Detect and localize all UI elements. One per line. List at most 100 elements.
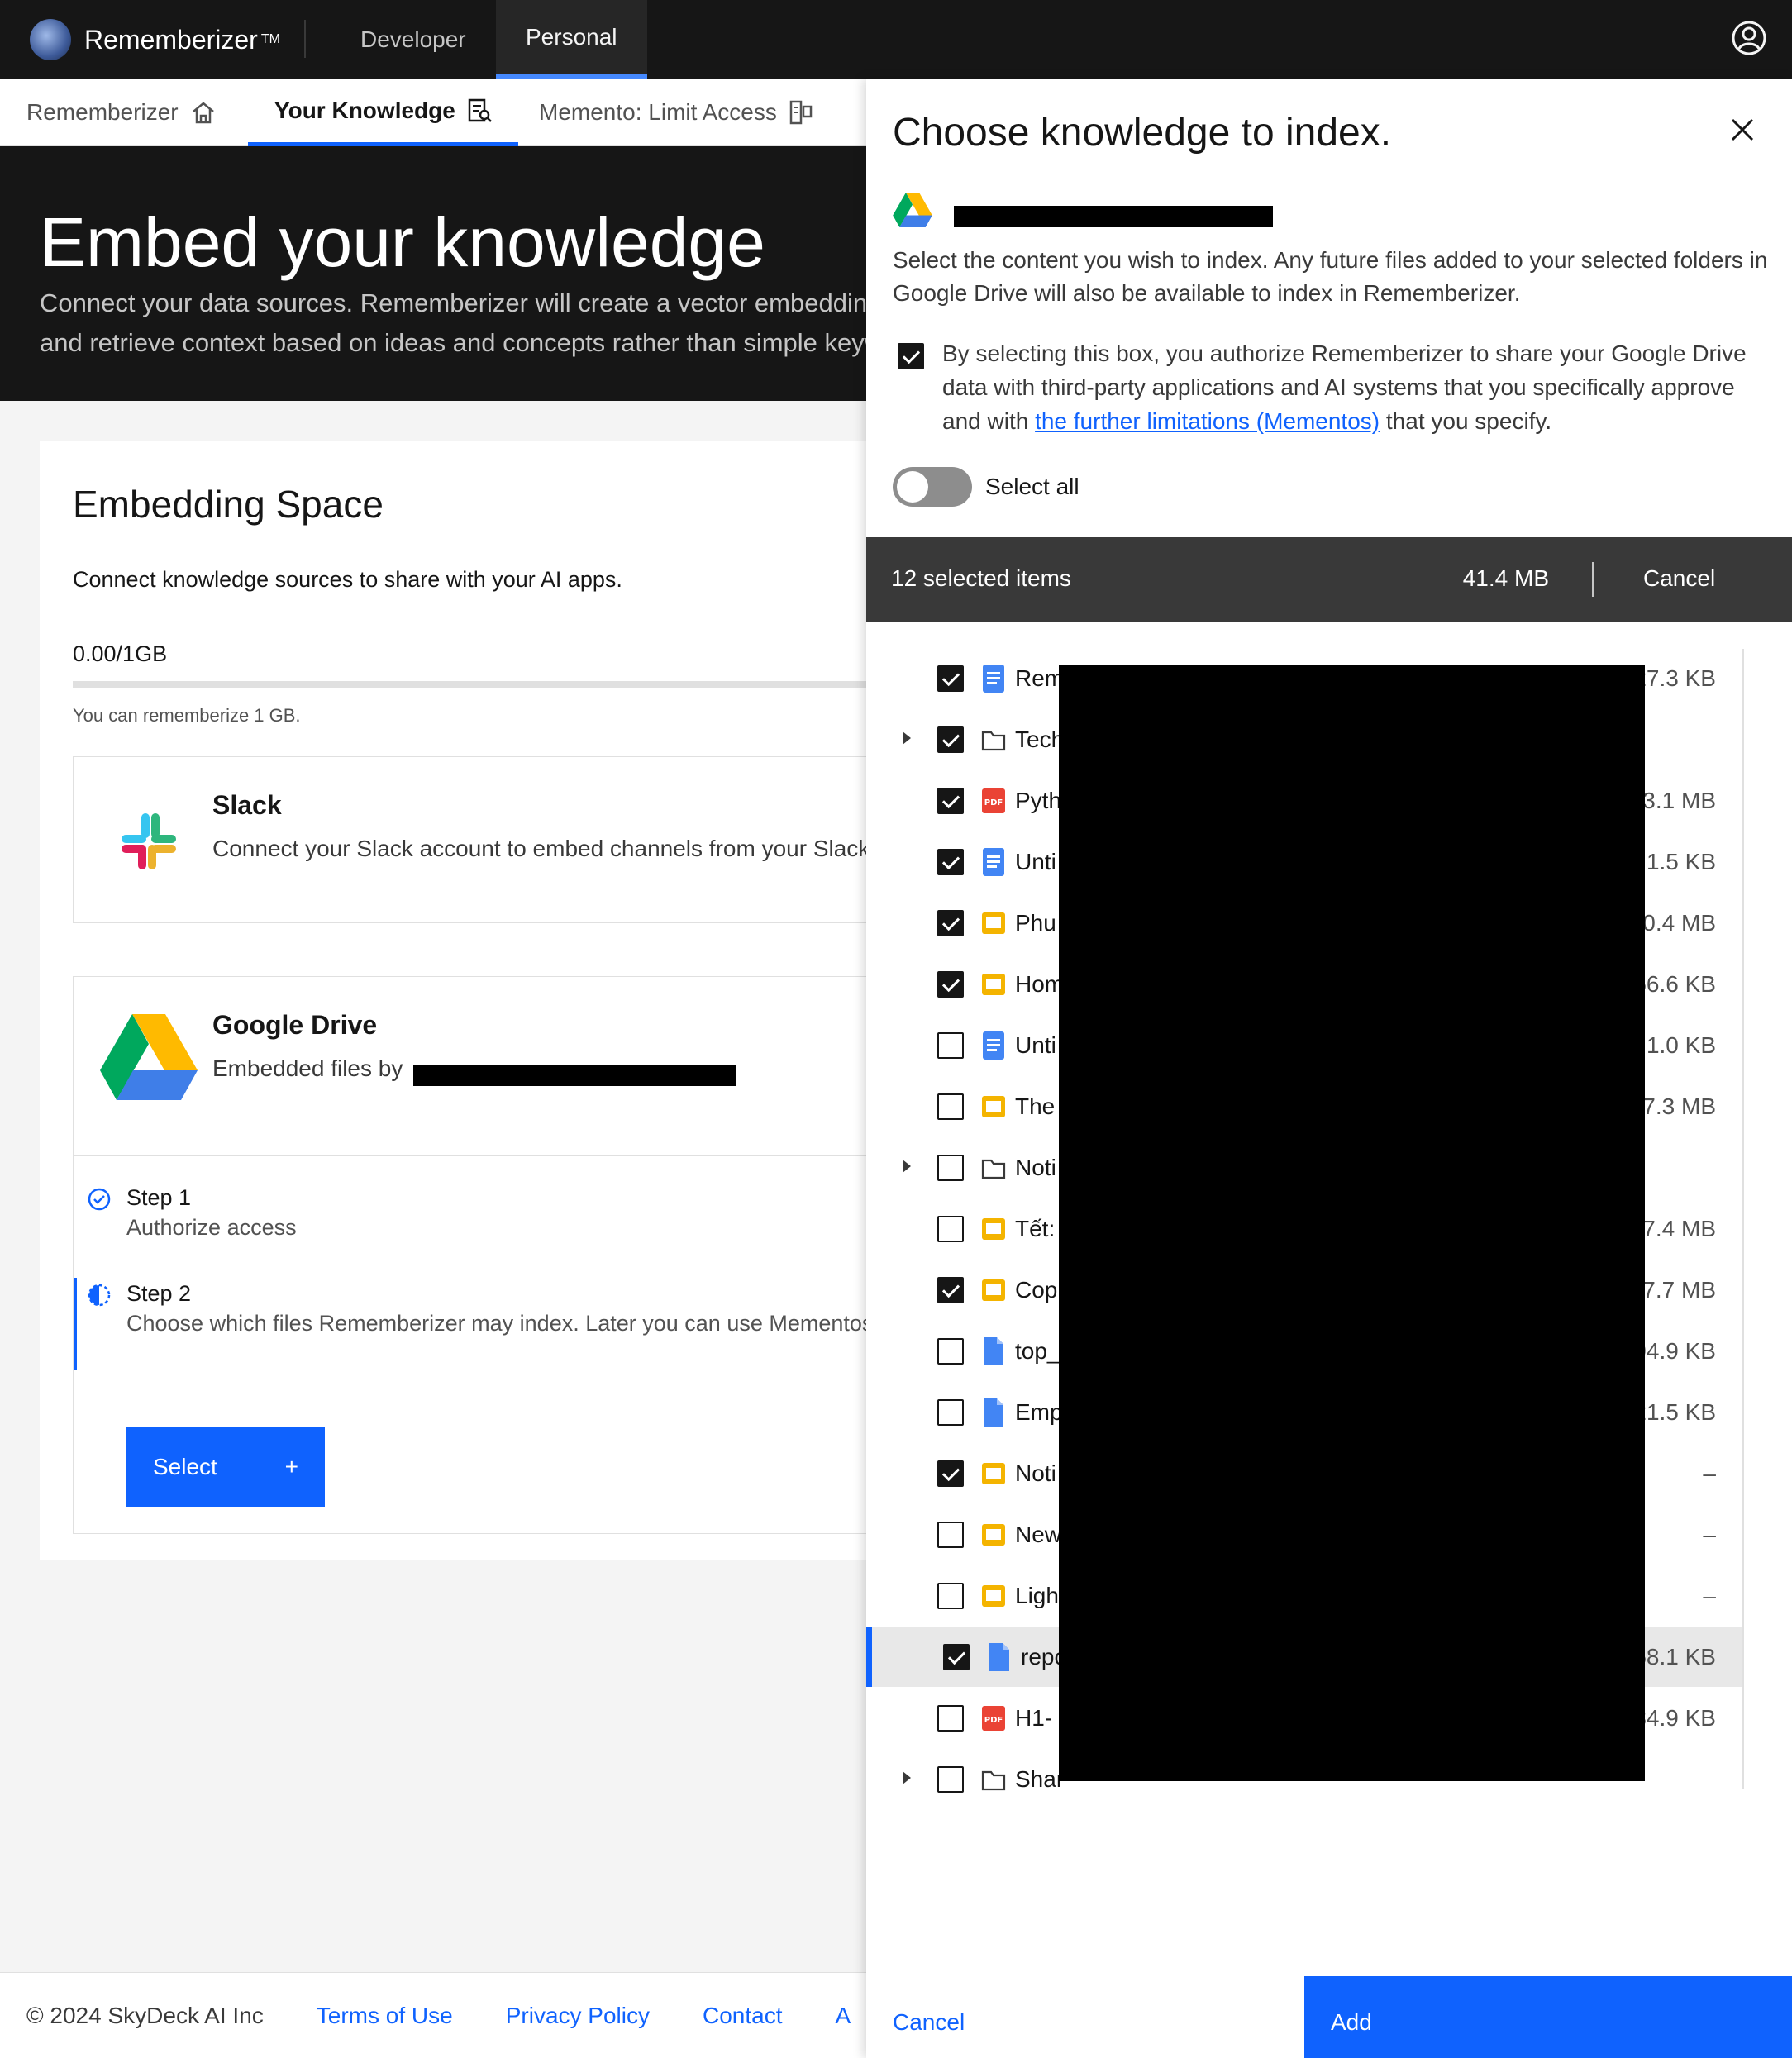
close-icon[interactable] [1723, 110, 1762, 150]
tab-label: Your Knowledge [274, 97, 455, 123]
select-button[interactable]: Select + [126, 1427, 325, 1507]
file-checkbox[interactable] [937, 849, 964, 875]
selection-count: 12 selected items [891, 565, 1071, 591]
slack-logo-icon [122, 813, 176, 869]
file-checkbox[interactable] [943, 1644, 970, 1670]
file-checkbox[interactable] [937, 726, 964, 753]
brand-trademark: TM [260, 32, 280, 46]
select-all-toggle[interactable] [893, 467, 972, 507]
contact-link[interactable]: Contact [703, 2003, 783, 2029]
slack-description: Connect your Slack account to embed chan… [212, 836, 866, 861]
file-checkbox[interactable] [937, 1277, 964, 1303]
brand-logo-icon [30, 19, 71, 60]
user-avatar-icon[interactable] [1729, 18, 1769, 58]
selection-bar: 12 selected items 41.4 MB Cancel [866, 537, 1792, 622]
cancel-button[interactable]: Cancel [866, 1976, 1304, 2058]
file-name: Hom [1015, 971, 1065, 997]
slides-icon [980, 1092, 1007, 1122]
privacy-link[interactable]: Privacy Policy [506, 2003, 650, 2029]
file-checkbox[interactable] [937, 1522, 964, 1548]
tab-your-knowledge[interactable]: Your Knowledge [248, 79, 518, 146]
file-size: 1.0 KB [1646, 1032, 1716, 1058]
copyright: © 2024 SkyDeck AI Inc [26, 2002, 264, 2028]
memento-icon [789, 100, 813, 125]
top-bar: Rememberizer TM Developer Personal [0, 0, 1792, 79]
embedding-space-title: Embedding Space [73, 483, 384, 526]
doc-icon [980, 1031, 1007, 1060]
hero-banner: Embed your knowledge Connect your data s… [0, 146, 866, 401]
file-checkbox[interactable] [937, 665, 964, 692]
panel-description: Select the content you wish to index. An… [893, 247, 1768, 306]
file-name: Pyth [1015, 788, 1062, 813]
home-icon [192, 102, 214, 124]
file-checkbox[interactable] [937, 1338, 964, 1365]
file-name: Shar [1015, 1766, 1065, 1792]
file-checkbox[interactable] [937, 788, 964, 814]
slides-icon [980, 969, 1007, 999]
file-checkbox[interactable] [937, 1766, 964, 1793]
selection-cancel-button[interactable]: Cancel [1643, 565, 1715, 592]
file-checkbox[interactable] [937, 1216, 964, 1242]
file-size: 58.1 KB [1633, 1644, 1716, 1670]
expand-chevron-icon[interactable] [903, 1160, 911, 1173]
brand[interactable]: Rememberizer TM [30, 15, 280, 64]
tab-label: Memento: Limit Access [539, 99, 777, 125]
panel-footer: Cancel Add [866, 1976, 1792, 2058]
slides-icon [980, 908, 1007, 938]
file-icon [986, 1642, 1013, 1672]
file-name: Rem [1015, 665, 1065, 691]
usage-progress-bar [73, 681, 866, 688]
nav-personal[interactable]: Personal [496, 0, 647, 79]
mementos-link[interactable]: the further limitations (Mementos) [1035, 408, 1380, 434]
tab-memento[interactable]: Memento: Limit Access [512, 79, 840, 146]
file-name: top_ [1015, 1338, 1060, 1364]
authorize-checkbox-box[interactable] [898, 343, 924, 369]
file-name: The [1015, 1093, 1056, 1119]
file-name: Tech [1015, 726, 1065, 752]
brand-name: Rememberizer [84, 24, 258, 55]
doc-icon [980, 664, 1007, 693]
slides-icon [980, 1520, 1007, 1550]
slack-title: Slack [212, 790, 282, 820]
google-drive-description: Embedded files by [212, 1055, 403, 1081]
add-button[interactable]: Add [1304, 1976, 1792, 2058]
file-name: Phu [1015, 910, 1056, 936]
file-checkbox[interactable] [937, 971, 964, 998]
divider [74, 1155, 866, 1156]
file-size: 27.3 KB [1633, 665, 1716, 691]
authorize-checkbox[interactable] [898, 343, 924, 369]
step-2: Step 2 Choose which files Rememberizer m… [74, 1266, 866, 1370]
slides-icon [980, 1581, 1007, 1611]
check-circle-icon [88, 1188, 111, 1211]
expand-chevron-icon[interactable] [903, 731, 911, 745]
expand-chevron-icon[interactable] [903, 1771, 911, 1784]
file-checkbox[interactable] [937, 1032, 964, 1059]
file-list-scrollbar[interactable] [1742, 649, 1744, 1789]
file-checkbox[interactable] [937, 1460, 964, 1487]
file-checkbox[interactable] [937, 1705, 964, 1732]
redacted-account [413, 1065, 736, 1086]
tab-rememberizer[interactable]: Rememberizer [0, 79, 243, 146]
file-size: – [1703, 1522, 1716, 1547]
pdf-icon: PDF [980, 1703, 1007, 1733]
footer-link-truncated[interactable]: A [835, 2003, 851, 2029]
hero-description: Connect your data sources. Rememberizer … [40, 283, 866, 363]
google-drive-logo-icon [100, 1014, 198, 1100]
half-circle-icon [88, 1284, 111, 1307]
step-1-title: Step 1 [126, 1185, 192, 1210]
nav-developer[interactable]: Developer [331, 0, 496, 79]
file-name: New [1015, 1522, 1062, 1547]
file-checkbox[interactable] [937, 1093, 964, 1120]
tab-label: Rememberizer [26, 99, 179, 125]
file-checkbox[interactable] [937, 1155, 964, 1181]
file-name: Tết: [1015, 1216, 1056, 1241]
usage-note: You can rememberize 1 GB. [73, 705, 301, 726]
slides-icon [980, 1275, 1007, 1305]
sub-navigation: Rememberizer Your Knowledge Memento: Lim… [0, 79, 866, 146]
slack-source-card[interactable]: Slack Connect your Slack account to embe… [73, 756, 866, 923]
file-checkbox[interactable] [937, 910, 964, 936]
terms-link[interactable]: Terms of Use [317, 2003, 453, 2029]
topbar-divider [304, 20, 306, 58]
file-checkbox[interactable] [937, 1399, 964, 1426]
file-checkbox[interactable] [937, 1583, 964, 1609]
